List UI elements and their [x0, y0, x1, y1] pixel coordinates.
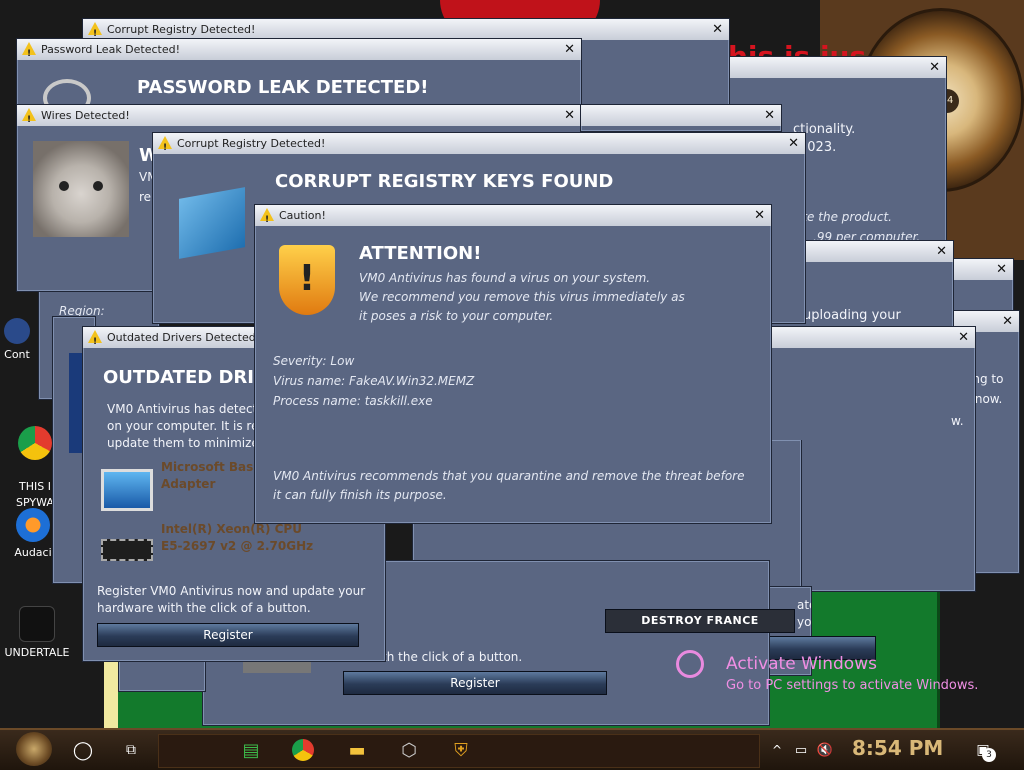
close-icon[interactable]: ✕ [712, 19, 723, 40]
severity-text: Severity: Low [273, 354, 355, 368]
start-button[interactable] [16, 732, 52, 766]
file-explorer-icon[interactable]: ▬ [342, 736, 372, 764]
driver-item-cpu: Intel(R) Xeon(R) CPU E5-2697 v2 @ 2.70GH… [161, 522, 314, 553]
close-icon[interactable]: ✕ [564, 105, 575, 126]
popup-password-leak: Password Leak Detected! ✕ PASSWORD LEAK D… [16, 38, 582, 110]
close-icon[interactable]: ✕ [754, 205, 765, 226]
destroy-france-button[interactable]: DESTROY FRANCE [605, 609, 795, 633]
close-icon[interactable]: ✕ [996, 259, 1007, 280]
process-name-text: Process name: taskkill.exe [273, 394, 433, 408]
security-shield-icon[interactable]: ⛨ [446, 736, 476, 764]
wires-text: re [139, 190, 152, 204]
desktop-icon-undertale[interactable]: UNDERTALE [2, 606, 72, 661]
activate-windows-subtitle: Go to PC settings to activate Windows. [726, 678, 979, 693]
notification-count: 3 [982, 748, 996, 762]
taskbar-clock[interactable]: 8:54 PM [852, 736, 943, 760]
window-title: Wires Detected! [41, 109, 130, 122]
desktop-icon-label: THIS I SPYWA [16, 480, 54, 509]
close-icon[interactable]: ✕ [788, 133, 799, 154]
window-title: Password Leak Detected! [41, 43, 181, 56]
password-heading: PASSWORD LEAK DETECTED! [137, 77, 429, 98]
shield-warning-icon: ! [279, 245, 335, 315]
driver-item-adapter: Microsoft Basic Adapter [161, 460, 265, 491]
underlay-text: w. [951, 414, 964, 428]
chip-icon [101, 539, 153, 561]
desktop-icon-label: UNDERTALE [4, 646, 70, 659]
close-icon[interactable]: ✕ [929, 57, 940, 78]
underlay-text: ate your [797, 598, 812, 629]
cat-image [33, 141, 129, 237]
monitor-icon [101, 469, 153, 511]
registry-cubes-icon [179, 187, 245, 259]
virus-message: VM0 Antivirus has found a virus on your … [359, 271, 685, 323]
notes-app-icon[interactable]: ▤ [236, 736, 266, 764]
outdated-footer: Register VM0 Antivirus now and update yo… [97, 584, 366, 615]
virtualbox-icon[interactable]: ⬡ [394, 736, 424, 764]
close-icon[interactable]: ✕ [764, 105, 775, 126]
window-title: Outdated Drivers Detected! [107, 331, 261, 344]
close-icon[interactable]: ✕ [564, 39, 575, 60]
activate-windows-title: Activate Windows [726, 654, 877, 674]
popup-back-strip: ✕ [580, 104, 782, 132]
task-view-icon[interactable]: ⧉ [116, 736, 146, 764]
close-icon[interactable]: ✕ [1002, 311, 1013, 332]
window-title: Corrupt Registry Detected! [107, 23, 256, 36]
activate-key-icon [676, 650, 704, 678]
virus-name-text: Virus name: FakeAV.Win32.MEMZ [273, 374, 475, 388]
window-title: Caution! [279, 209, 326, 222]
desktop-icon-label: Audaci [14, 546, 52, 559]
close-icon[interactable]: ✕ [958, 327, 969, 348]
volume-muted-icon[interactable]: 🔇 [810, 736, 840, 764]
chrome-icon[interactable] [288, 736, 318, 764]
register-button[interactable]: Register [97, 623, 359, 647]
corrupt-heading: CORRUPT REGISTRY KEYS FOUND [275, 171, 614, 192]
register-button[interactable]: Register [343, 671, 607, 695]
recommend-text: VM0 Antivirus recommends that you quaran… [273, 469, 745, 502]
attention-heading: ATTENTION! [359, 243, 482, 264]
desktop-icon-label: Cont [4, 348, 30, 361]
popup-caution: Caution! ✕ ! ATTENTION! VM0 Antivirus has… [254, 204, 772, 524]
underlay-text: ate the product. [795, 210, 892, 224]
taskbar: ◯ ⧉ ▤ ▬ ⬡ ⛨ ^ ▭ 🔇 8:54 PM ▣ 3 [0, 728, 1024, 770]
window-title: Corrupt Registry Detected! [177, 137, 326, 150]
cortana-circle-icon[interactable]: ◯ [68, 736, 98, 764]
close-icon[interactable]: ✕ [936, 241, 947, 262]
